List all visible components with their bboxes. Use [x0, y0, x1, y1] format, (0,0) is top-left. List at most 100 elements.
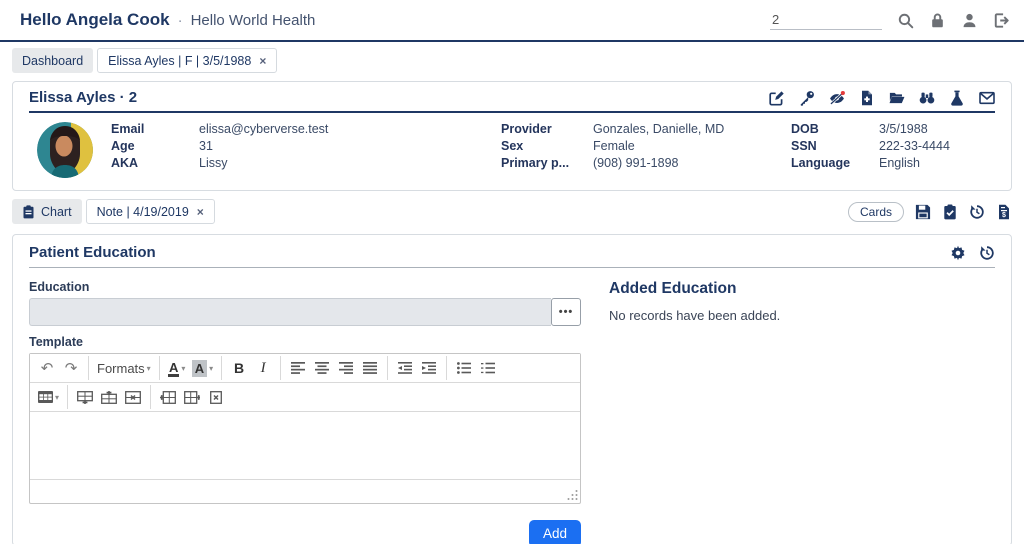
add-button[interactable]: Add: [528, 520, 581, 544]
field-label: Provider: [501, 122, 552, 136]
field-label: Age: [111, 139, 135, 153]
added-education-section: Added Education No records have been add…: [609, 278, 995, 544]
added-education-title: Added Education: [609, 280, 737, 297]
tab-dashboard[interactable]: Dashboard: [12, 48, 94, 73]
field-value: 31: [199, 139, 213, 153]
align-center-button[interactable]: [310, 356, 334, 380]
key-icon[interactable]: [798, 89, 815, 106]
file-invoice-icon[interactable]: $: [995, 203, 1012, 220]
field-label: Primary p...: [501, 156, 570, 170]
binoculars-icon[interactable]: [918, 89, 935, 106]
align-right-button[interactable]: [334, 356, 358, 380]
resize-grip-icon[interactable]: [566, 489, 578, 501]
clipboard-check-icon[interactable]: [941, 203, 958, 220]
history-icon[interactable]: [978, 244, 995, 261]
avatar: [37, 122, 93, 178]
save-icon[interactable]: [914, 203, 931, 220]
folder-open-icon[interactable]: [888, 89, 905, 106]
editor-toolbar-row1: ↶ ↷ Formats ▾ A ▾ A ▾ B I: [30, 354, 580, 383]
education-label: Education: [29, 280, 90, 294]
education-input[interactable]: [29, 298, 551, 326]
note-actions: Cards $: [847, 201, 1012, 222]
eye-slash-icon[interactable]: [828, 89, 845, 106]
patient-action-icons: [768, 89, 995, 106]
search-input[interactable]: [770, 10, 882, 30]
field-value: Female: [593, 139, 635, 153]
table-dropdown[interactable]: ▾: [35, 385, 62, 409]
editor-status-bar: [30, 480, 580, 503]
patient-card-header: Elissa Ayles · 2: [13, 82, 1011, 111]
user-greeting: Hello Angela Cook: [20, 10, 170, 29]
field-label: DOB: [791, 122, 819, 136]
align-left-button[interactable]: [286, 356, 310, 380]
education-form: Education ••• Template ↶ ↷ Formats ▾ A ▾…: [29, 278, 581, 544]
undo-button[interactable]: ↶: [35, 356, 59, 380]
form-actions: Add: [29, 520, 581, 544]
patient-card-body: Email elissa@cyberverse.test Age 31 AKA …: [13, 113, 1011, 178]
tab-note-label: Note | 4/19/2019: [96, 204, 189, 219]
history-icon[interactable]: [968, 203, 985, 220]
insert-row-after-button[interactable]: [97, 385, 121, 409]
justify-button[interactable]: [358, 356, 382, 380]
education-lookup-button[interactable]: •••: [551, 298, 581, 326]
field-label: Email: [111, 122, 145, 136]
user-icon[interactable]: [960, 11, 978, 29]
field-label: Sex: [501, 139, 524, 153]
insert-column-after-button[interactable]: [180, 385, 204, 409]
delete-row-button[interactable]: [121, 385, 145, 409]
added-education-empty-text: No records have been added.: [609, 308, 781, 323]
app-window: Hello Angela Cook · Hello World Health D…: [0, 0, 1024, 544]
tab-patient-label: Elissa Ayles | F | 3/5/1988: [108, 53, 252, 68]
insert-row-before-button[interactable]: [73, 385, 97, 409]
header-actions: [770, 10, 1010, 30]
app-title: Hello Angela Cook · Hello World Health: [20, 10, 315, 30]
field-value: English: [879, 156, 920, 170]
title-separator: ·: [177, 12, 183, 29]
field-value: Lissy: [199, 156, 228, 170]
envelope-icon[interactable]: [978, 89, 995, 106]
redo-button[interactable]: ↷: [59, 356, 83, 380]
app-header: Hello Angela Cook · Hello World Health: [0, 0, 1024, 42]
background-color-button[interactable]: A ▾: [189, 356, 216, 380]
panel-header: Patient Education: [13, 235, 1011, 267]
field-value: 222-33-4444: [879, 139, 950, 153]
panel-title: Patient Education: [29, 244, 156, 261]
rich-text-editor: ↶ ↷ Formats ▾ A ▾ A ▾ B I ▾: [29, 353, 581, 504]
close-icon[interactable]: ×: [259, 54, 266, 68]
patient-fields-col3: DOB 3/5/1988 SSN 222-33-4444 Language En…: [791, 122, 995, 170]
formats-dropdown[interactable]: Formats ▾: [94, 356, 154, 380]
numbered-list-button[interactable]: [476, 356, 500, 380]
gear-icon[interactable]: [949, 244, 966, 261]
italic-button[interactable]: I: [251, 356, 275, 380]
search-icon[interactable]: [896, 11, 914, 29]
field-value: (908) 991-1898: [593, 156, 679, 170]
editor-content-area[interactable]: [30, 412, 580, 480]
tab-chart[interactable]: Chart: [12, 199, 82, 224]
tab-patient[interactable]: Elissa Ayles | F | 3/5/1988 ×: [97, 48, 278, 73]
file-medical-icon[interactable]: [858, 89, 875, 106]
edit-icon[interactable]: [768, 89, 785, 106]
field-label: SSN: [791, 139, 817, 153]
field-value: elissa@cyberverse.test: [199, 122, 329, 136]
lock-icon[interactable]: [928, 11, 946, 29]
sign-out-icon[interactable]: [992, 11, 1010, 29]
field-label: Language: [791, 156, 851, 170]
patient-fields-col1: Email elissa@cyberverse.test Age 31 AKA …: [111, 122, 501, 170]
bold-button[interactable]: B: [227, 356, 251, 380]
close-icon[interactable]: ×: [197, 205, 204, 219]
cards-button[interactable]: Cards: [847, 201, 904, 222]
text-color-button[interactable]: A ▾: [165, 356, 189, 380]
tab-note[interactable]: Note | 4/19/2019 ×: [85, 199, 215, 224]
insert-column-before-button[interactable]: [156, 385, 180, 409]
editor-toolbar-row2: ▾: [30, 383, 580, 412]
template-label: Template: [29, 335, 83, 349]
bullet-list-button[interactable]: [452, 356, 476, 380]
indent-button[interactable]: [417, 356, 441, 380]
field-value: 3/5/1988: [879, 122, 928, 136]
patient-name-title: Elissa Ayles · 2: [29, 89, 138, 106]
flask-icon[interactable]: [948, 89, 965, 106]
patient-fields-col2: Provider Gonzales, Danielle, MD Sex Fema…: [501, 122, 791, 170]
education-input-group: •••: [29, 298, 581, 326]
delete-column-button[interactable]: [204, 385, 228, 409]
outdent-button[interactable]: [393, 356, 417, 380]
